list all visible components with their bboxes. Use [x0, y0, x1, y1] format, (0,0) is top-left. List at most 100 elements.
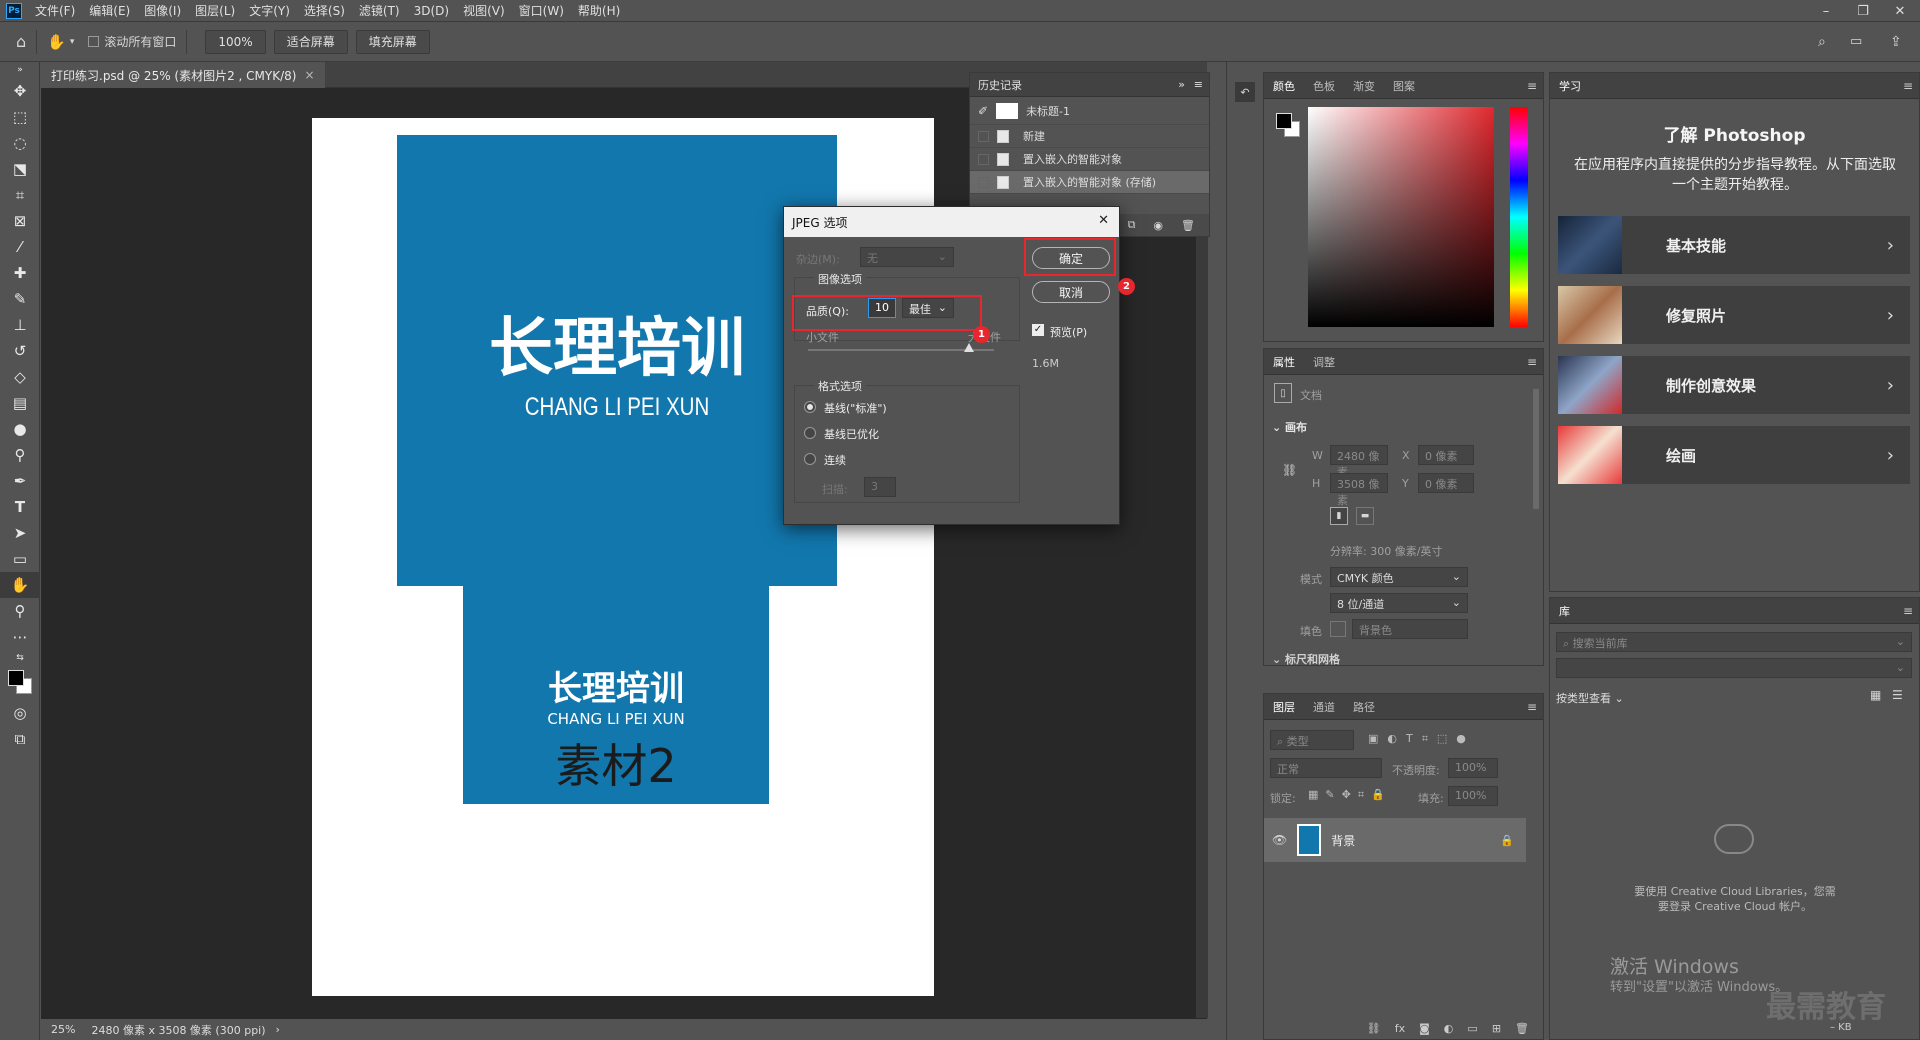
color-swatches[interactable]: [0, 666, 40, 700]
properties-scrollbar[interactable]: [1533, 389, 1539, 509]
workspace-icon[interactable]: ▭: [1850, 34, 1862, 49]
object-select-tool-icon[interactable]: ⬔: [0, 156, 40, 182]
panel-menu-icon[interactable]: ≡: [1194, 78, 1203, 91]
tab-color[interactable]: 颜色: [1264, 78, 1304, 94]
tab-swatches[interactable]: 色板: [1304, 78, 1344, 94]
guides-section-title[interactable]: ⌄ 标尺和网格: [1272, 651, 1340, 667]
fill-swatch[interactable]: [1330, 621, 1346, 637]
layer-name[interactable]: 背景: [1331, 832, 1500, 849]
menu-layer[interactable]: 图层(L): [188, 0, 242, 22]
chevron-down-icon[interactable]: ▾: [70, 37, 75, 47]
trash-icon[interactable]: 🗑: [1515, 1022, 1529, 1035]
menu-type[interactable]: 文字(Y): [242, 0, 297, 22]
history-source-checkbox[interactable]: [978, 130, 989, 142]
panel-menu-icon[interactable]: ≡: [1527, 79, 1537, 93]
menu-filter[interactable]: 滤镜(T): [352, 0, 407, 22]
panel-menu-icon[interactable]: ≡: [1903, 79, 1913, 93]
menu-select[interactable]: 选择(S): [297, 0, 352, 22]
y-field[interactable]: 0 像素: [1418, 473, 1474, 493]
hand-tool-icon[interactable]: ✋: [0, 572, 40, 598]
dodge-tool-icon[interactable]: ⚲: [0, 442, 40, 468]
collapse-icon[interactable]: »: [0, 62, 40, 78]
link-icon[interactable]: ⛓: [1282, 463, 1297, 477]
lock-icons[interactable]: ▦✎✥⌗🔒: [1308, 788, 1392, 802]
menu-file[interactable]: 文件(F): [28, 0, 82, 22]
menu-help[interactable]: 帮助(H): [571, 0, 627, 22]
panel-menu-icon[interactable]: ≡: [1527, 355, 1537, 369]
format-baseline-standard-radio[interactable]: [804, 401, 816, 413]
stamp-tool-icon[interactable]: ⊥: [0, 312, 40, 338]
eraser-tool-icon[interactable]: ◇: [0, 364, 40, 390]
tab-layers[interactable]: 图层: [1264, 699, 1304, 715]
hue-slider[interactable]: [1510, 107, 1528, 327]
home-icon[interactable]: ⌂: [16, 32, 26, 51]
menu-image[interactable]: 图像(I): [137, 0, 188, 22]
move-tool-icon[interactable]: ✥: [0, 78, 40, 104]
fill-screen-button[interactable]: 填充屏幕: [355, 29, 430, 54]
history-snapshot[interactable]: ✐ 未标题-1: [970, 97, 1209, 125]
blur-tool-icon[interactable]: ●: [0, 416, 40, 442]
tab-learn[interactable]: 学习: [1550, 78, 1590, 94]
library-search-input[interactable]: ⌕ 搜索当前库 ⌄: [1556, 632, 1912, 652]
tab-patterns[interactable]: 图案: [1384, 78, 1424, 94]
type-tool-icon[interactable]: T: [0, 494, 40, 520]
healing-brush-tool-icon[interactable]: ✚: [0, 260, 40, 286]
fill-select[interactable]: 背景色: [1352, 619, 1468, 639]
menu-window[interactable]: 窗口(W): [512, 0, 571, 22]
new-document-icon[interactable]: ⧉: [1128, 218, 1136, 232]
tab-library[interactable]: 库: [1550, 603, 1579, 619]
landscape-icon[interactable]: ▬: [1356, 507, 1374, 525]
scroll-all-checkbox[interactable]: [88, 36, 100, 47]
more-tools-icon[interactable]: ⋯: [0, 624, 40, 650]
crop-tool-icon[interactable]: ⌗: [0, 182, 40, 208]
menu-view[interactable]: 视图(V): [456, 0, 512, 22]
opacity-field[interactable]: 100%: [1448, 758, 1498, 778]
search-icon[interactable]: ⌕: [1818, 34, 1826, 50]
dialog-close-icon[interactable]: ✕: [1098, 213, 1109, 228]
mask-icon[interactable]: ◙: [1419, 1022, 1430, 1035]
link-icon[interactable]: ⛓: [1367, 1022, 1381, 1035]
menu-edit[interactable]: 编辑(E): [82, 0, 137, 22]
zoom-100-button[interactable]: 100%: [205, 29, 266, 54]
hand-tool-icon[interactable]: ✋: [47, 33, 66, 51]
brush-tool-icon[interactable]: ✎: [0, 286, 40, 312]
swap-colors-icon[interactable]: ⇆: [0, 650, 40, 666]
learn-card-basic-skills[interactable]: 基本技能 ›: [1558, 216, 1910, 274]
layer-filter-icons[interactable]: ▣◐T⌗⬚●: [1368, 732, 1475, 746]
learn-card-painting[interactable]: 绘画 ›: [1558, 426, 1910, 484]
zoom-tool-icon[interactable]: ⚲: [0, 598, 40, 624]
history-title[interactable]: 历史记录: [978, 77, 1022, 93]
x-field[interactable]: 0 像素: [1418, 445, 1474, 465]
color-field[interactable]: [1308, 107, 1494, 327]
history-item[interactable]: 新建: [970, 125, 1209, 148]
camera-icon[interactable]: ◉: [1153, 219, 1163, 232]
path-select-tool-icon[interactable]: ➤: [0, 520, 40, 546]
trash-icon[interactable]: 🗑: [1181, 219, 1195, 232]
rectangle-tool-icon[interactable]: ▭: [0, 546, 40, 572]
restore-button[interactable]: ❐: [1843, 0, 1883, 22]
format-baseline-optimized-radio[interactable]: [804, 427, 816, 439]
tab-channels[interactable]: 通道: [1304, 699, 1344, 715]
history-brush-tool-icon[interactable]: ↺: [0, 338, 40, 364]
share-icon[interactable]: ⇪: [1890, 34, 1902, 50]
blend-mode-select[interactable]: 正常: [1270, 758, 1382, 778]
history-source-checkbox[interactable]: [978, 176, 989, 188]
learn-card-fix-photo[interactable]: 修复照片 ›: [1558, 286, 1910, 344]
layer-filter-select[interactable]: ⌕ 类型: [1270, 730, 1354, 750]
collapse-icon[interactable]: »: [1178, 78, 1185, 91]
marquee-tool-icon[interactable]: ⬚: [0, 104, 40, 130]
eye-icon[interactable]: 👁: [1272, 833, 1287, 847]
foreground-color[interactable]: [1276, 113, 1292, 129]
screen-mode-icon[interactable]: ⧉: [0, 726, 40, 752]
pen-tool-icon[interactable]: ✒: [0, 468, 40, 494]
width-field[interactable]: 2480 像素: [1330, 445, 1388, 479]
learn-card-creative-effects[interactable]: 制作创意效果 ›: [1558, 356, 1910, 414]
foreground-color[interactable]: [8, 670, 24, 686]
history-item[interactable]: 置入嵌入的智能对象: [970, 148, 1209, 171]
close-window-button[interactable]: ✕: [1880, 0, 1920, 22]
frame-tool-icon[interactable]: ⊠: [0, 208, 40, 234]
history-source-checkbox[interactable]: [978, 153, 989, 165]
fit-screen-button[interactable]: 适合屏幕: [273, 29, 348, 54]
adjustment-icon[interactable]: ◐: [1444, 1022, 1454, 1035]
quick-mask-icon[interactable]: ◎: [0, 700, 40, 726]
